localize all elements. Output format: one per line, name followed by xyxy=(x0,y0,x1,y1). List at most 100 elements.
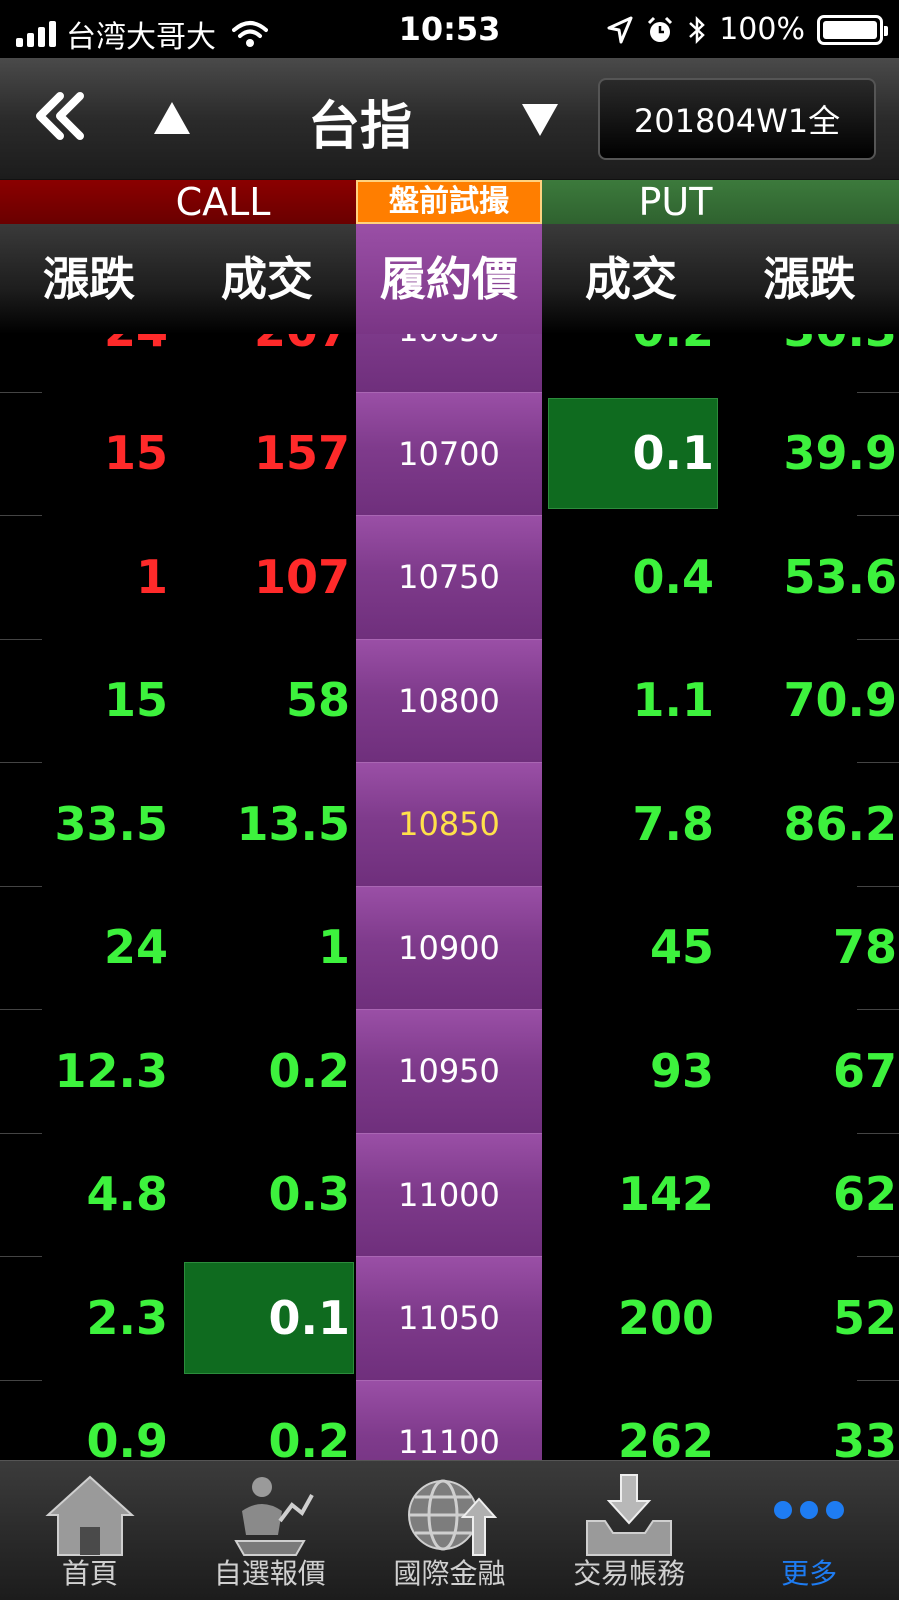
put-change-cell[interactable]: 53.6 xyxy=(720,515,899,639)
tab-home[interactable]: 首頁 xyxy=(0,1461,180,1600)
next-triangle-down-icon[interactable] xyxy=(520,100,560,140)
header-put-change[interactable]: 漲跌 xyxy=(720,224,899,334)
put-volume-cell[interactable]: 200 xyxy=(542,1256,720,1380)
put-volume-cell[interactable]: 0.2 xyxy=(542,334,720,392)
table-row[interactable]: 15 157 10700 0.1 39.9 xyxy=(0,391,899,516)
tab-trading[interactable]: 交易帳務 xyxy=(539,1461,719,1600)
call-volume-cell[interactable]: 207 xyxy=(178,334,356,392)
put-volume-cell[interactable]: 93 xyxy=(542,1009,720,1133)
options-table-body[interactable]: 24207106500.230.315157107000.139.9110710… xyxy=(0,334,899,1460)
table-row[interactable]: 15 58 10800 1.1 70.9 xyxy=(0,638,899,763)
call-change-value: 15 xyxy=(103,426,168,481)
put-change-cell[interactable]: 70.9 xyxy=(720,639,899,763)
call-volume-cell[interactable]: 13.5 xyxy=(178,762,356,886)
strike-price-value: 10750 xyxy=(398,558,500,597)
alarm-icon xyxy=(648,16,673,42)
call-volume-value: 1 xyxy=(317,920,350,975)
call-change-value: 1 xyxy=(135,549,168,604)
column-header: 漲跌 成交 履約價 成交 漲跌 xyxy=(0,224,899,334)
put-change-cell[interactable]: 78 xyxy=(720,886,899,1010)
call-volume-cell[interactable]: 0.3 xyxy=(178,1133,356,1257)
put-change-cell[interactable]: 33 xyxy=(720,1380,899,1460)
strike-price-cell[interactable]: 10900 xyxy=(356,885,542,1009)
call-change-cell[interactable]: 0.9 xyxy=(0,1380,178,1460)
put-change-cell[interactable]: 39.9 xyxy=(720,392,899,516)
call-change-cell[interactable]: 24 xyxy=(0,334,178,392)
call-volume-cell[interactable]: 0.1 xyxy=(178,1256,356,1380)
put-change-value: 62 xyxy=(832,1167,897,1222)
page-title: 台指 xyxy=(307,97,412,157)
put-volume-cell[interactable]: 262 xyxy=(542,1380,720,1460)
tab-more-label: 更多 xyxy=(781,1557,838,1590)
put-volume-cell[interactable]: 0.1 xyxy=(542,392,720,516)
put-volume-value: 93 xyxy=(649,1043,714,1098)
tab-bar: 首頁 自選報價 國際金融 交易帳務 更多 xyxy=(0,1460,899,1600)
call-change-cell[interactable]: 12.3 xyxy=(0,1009,178,1133)
put-volume-value: 262 xyxy=(617,1414,714,1460)
call-volume-cell[interactable]: 0.2 xyxy=(178,1009,356,1133)
tab-international-label: 國際金融 xyxy=(393,1557,506,1590)
put-change-cell[interactable]: 52 xyxy=(720,1256,899,1380)
header-call-volume[interactable]: 成交 xyxy=(178,224,356,334)
strike-price-cell[interactable]: 10650 xyxy=(356,334,542,392)
table-row[interactable]: 24 1 10900 45 78 xyxy=(0,885,899,1010)
strike-price-cell[interactable]: 11100 xyxy=(356,1379,542,1460)
header-strike[interactable]: 履約價 xyxy=(356,224,542,334)
table-row[interactable]: 1 107 10750 0.4 53.6 xyxy=(0,515,899,639)
previous-triangle-up-icon[interactable] xyxy=(152,98,192,138)
table-row[interactable]: 2.3 0.1 11050 200 52 xyxy=(0,1256,899,1380)
strike-price-cell[interactable]: 10850 xyxy=(356,762,542,886)
strike-price-cell[interactable]: 10800 xyxy=(356,638,542,762)
table-row[interactable]: 4.8 0.3 11000 142 62 xyxy=(0,1132,899,1257)
call-change-value: 2.3 xyxy=(86,1290,169,1345)
strike-price-cell[interactable]: 10750 xyxy=(356,515,542,639)
strike-price-cell[interactable]: 10700 xyxy=(356,391,542,515)
call-change-cell[interactable]: 15 xyxy=(0,392,178,516)
tab-watchlist[interactable]: 自選報價 xyxy=(180,1461,360,1600)
call-change-cell[interactable]: 4.8 xyxy=(0,1133,178,1257)
tab-international[interactable]: 國際金融 xyxy=(360,1461,540,1600)
call-volume-cell[interactable]: 157 xyxy=(178,392,356,516)
put-volume-cell[interactable]: 45 xyxy=(542,886,720,1010)
table-row[interactable]: 12.3 0.2 10950 93 67 xyxy=(0,1009,899,1133)
put-change-cell[interactable]: 62 xyxy=(720,1133,899,1257)
call-change-cell[interactable]: 24 xyxy=(0,886,178,1010)
call-change-cell[interactable]: 1 xyxy=(0,515,178,639)
back-double-chevron-icon[interactable] xyxy=(30,86,90,146)
strike-price-cell[interactable]: 11000 xyxy=(356,1132,542,1256)
put-volume-value: 1.1 xyxy=(632,673,715,728)
call-change-cell[interactable]: 2.3 xyxy=(0,1256,178,1380)
table-row[interactable]: 0.9 0.2 11100 262 33 xyxy=(0,1379,899,1460)
header-call-change[interactable]: 漲跌 xyxy=(0,224,178,334)
tab-more[interactable]: 更多 xyxy=(719,1461,899,1600)
call-volume-cell[interactable]: 58 xyxy=(178,639,356,763)
strike-price-value: 10700 xyxy=(398,434,500,473)
call-change-value: 4.8 xyxy=(86,1167,169,1222)
strike-price-cell[interactable]: 11050 xyxy=(356,1256,542,1380)
call-change-cell[interactable]: 15 xyxy=(0,639,178,763)
header-put-volume[interactable]: 成交 xyxy=(542,224,720,334)
call-volume-cell[interactable]: 1 xyxy=(178,886,356,1010)
options-table[interactable]: 24207106500.230.315157107000.139.9110710… xyxy=(0,334,899,1460)
put-change-cell[interactable]: 86.2 xyxy=(720,762,899,886)
put-change-value: 78 xyxy=(832,920,897,975)
put-label: PUT xyxy=(542,180,899,224)
put-volume-cell[interactable]: 142 xyxy=(542,1133,720,1257)
put-change-cell[interactable]: 67 xyxy=(720,1009,899,1133)
put-change-cell[interactable]: 30.3 xyxy=(720,334,899,392)
call-volume-cell[interactable]: 0.2 xyxy=(178,1380,356,1460)
put-volume-cell[interactable]: 7.8 xyxy=(542,762,720,886)
strike-price-cell[interactable]: 10950 xyxy=(356,1009,542,1133)
call-volume-value: 0.3 xyxy=(268,1167,351,1222)
strike-price-value: 10800 xyxy=(398,681,500,720)
table-row[interactable]: 33.5 13.5 10850 7.8 86.2 xyxy=(0,762,899,886)
status-right: 100% xyxy=(607,12,888,47)
put-volume-cell[interactable]: 0.4 xyxy=(542,515,720,639)
call-volume-cell[interactable]: 107 xyxy=(178,515,356,639)
home-icon xyxy=(45,1475,135,1556)
table-row[interactable]: 24 207 10650 0.2 30.3 xyxy=(0,334,899,392)
put-volume-cell[interactable]: 1.1 xyxy=(542,639,720,763)
contract-select-button[interactable]: 201804W1全 xyxy=(598,78,876,160)
call-change-cell[interactable]: 33.5 xyxy=(0,762,178,886)
call-volume-value: 13.5 xyxy=(236,796,351,851)
